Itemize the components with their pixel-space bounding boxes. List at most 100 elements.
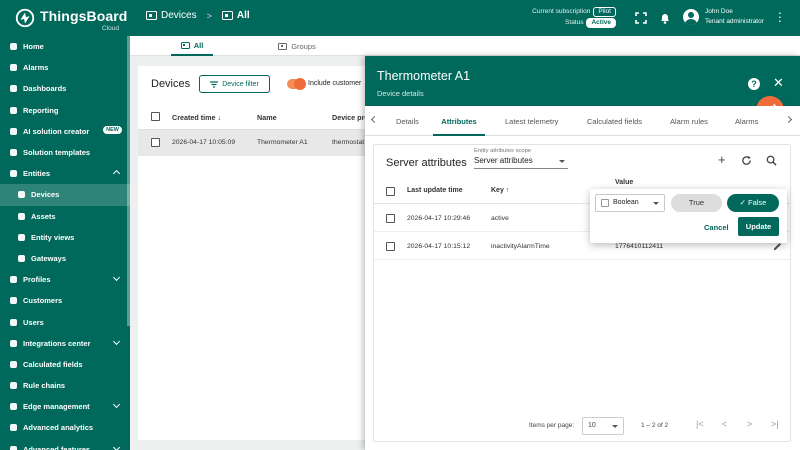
col-key[interactable]: Key ↑ xyxy=(491,187,509,194)
sidebar-item-edge-management[interactable]: Edge management xyxy=(0,396,130,417)
fullscreen-icon[interactable] xyxy=(634,11,648,25)
next-page-icon[interactable]: > xyxy=(747,419,752,429)
subscription-plan-badge[interactable]: Pilot xyxy=(593,6,616,17)
true-toggle-button[interactable]: True xyxy=(671,194,722,212)
sidebar-item-advanced-features[interactable]: Advanced features xyxy=(0,439,130,450)
breadcrumb: Devices > All xyxy=(146,10,250,21)
col-created-time-label: Created time xyxy=(172,113,216,122)
drawer-title: Thermometer A1 xyxy=(377,69,471,83)
tab-latest-telemetry[interactable]: Latest telemetry xyxy=(505,106,558,136)
sidebar-item-label: Solution templates xyxy=(23,148,91,158)
tab-all[interactable]: All xyxy=(171,36,213,56)
tabs-scroll-right-icon[interactable] xyxy=(784,115,793,124)
row-last-update-time: 2026-04-17 10:29:46 xyxy=(407,215,471,222)
value-type-select[interactable]: Boolean xyxy=(595,194,665,212)
chevron-down-icon[interactable] xyxy=(112,443,121,450)
sidebar-item-label: Rule chains xyxy=(23,381,66,391)
table-row[interactable]: 2026-04-17 10:05:09 Thermometer A1 therm… xyxy=(138,130,378,156)
sidebar-item-label: Gateways xyxy=(31,253,67,263)
chevron-down-icon[interactable] xyxy=(112,274,121,282)
row-value: 1776410112411 xyxy=(615,243,664,250)
users-icon xyxy=(9,318,18,327)
scope-value: Server attributes xyxy=(474,156,568,169)
thingsboard-logo[interactable]: ThingsBoard Cloud xyxy=(14,6,127,32)
sidebar-item-label: Dashboards xyxy=(23,84,67,94)
tab-alarm-rules[interactable]: Alarm rules xyxy=(670,106,708,136)
tab-details[interactable]: Details xyxy=(396,106,419,136)
help-icon[interactable]: ? xyxy=(748,78,760,90)
sidebar-item-dashboards[interactable]: Dashboards xyxy=(0,78,130,99)
sidebar-item-devices[interactable]: Devices xyxy=(0,184,130,206)
new-badge: NEW xyxy=(103,125,122,134)
chevron-down-icon[interactable] xyxy=(112,401,121,409)
sidebar-item-entity-views[interactable]: Entity views xyxy=(0,227,130,248)
sidebar-item-profiles[interactable]: Profiles xyxy=(0,269,130,290)
sidebar-item-calculated-fields[interactable]: Calculated fields xyxy=(0,354,130,375)
add-icon[interactable]: + xyxy=(718,153,726,166)
sidebar-item-advanced-analytics[interactable]: Advanced analytics xyxy=(0,417,130,438)
logo-sub: Cloud xyxy=(102,25,119,32)
close-icon[interactable]: ✕ xyxy=(773,76,784,90)
row-checkbox[interactable] xyxy=(386,242,395,251)
tab-alarms[interactable]: Alarms xyxy=(735,106,758,136)
tab-attributes[interactable]: Attributes xyxy=(433,106,485,136)
sidebar-item-users[interactable]: Users xyxy=(0,311,130,332)
devices-table-header: Created time ↓ Name Device pro xyxy=(138,104,378,130)
sidebar-item-assets[interactable]: Assets xyxy=(0,206,130,227)
sidebar-item-label: Edge management xyxy=(23,402,90,412)
col-created-time[interactable]: Created time ↓ xyxy=(172,113,221,122)
account-avatar-icon xyxy=(683,9,699,25)
boolean-type-icon xyxy=(601,199,609,207)
sidebar-item-entities[interactable]: Entities xyxy=(0,163,130,184)
false-label: False xyxy=(748,198,767,207)
true-label: True xyxy=(688,198,705,207)
select-all-checkbox[interactable] xyxy=(151,112,160,121)
sidebar-item-solution-templates[interactable]: Solution templates xyxy=(0,142,130,163)
include-customer-toggle[interactable] xyxy=(287,78,306,90)
sidebar-item-reporting[interactable]: Reporting xyxy=(0,100,130,121)
status-label: Status xyxy=(565,19,584,26)
refresh-icon[interactable] xyxy=(741,155,752,166)
notifications-bell-icon[interactable] xyxy=(658,11,672,25)
sidebar-item-home[interactable]: Home xyxy=(0,36,130,57)
more-vert-icon[interactable]: ⋮ xyxy=(774,11,786,23)
row-checkbox[interactable] xyxy=(386,214,395,223)
tab-groups[interactable]: Groups xyxy=(267,36,327,56)
sidebar-item-customers[interactable]: Customers xyxy=(0,290,130,311)
sidebar-item-integrations-center[interactable]: Integrations center xyxy=(0,333,130,354)
last-page-icon[interactable]: >| xyxy=(771,419,779,429)
chevron-down-icon[interactable] xyxy=(112,337,121,345)
attribute-scope-select[interactable]: Entity attributes scope Server attribute… xyxy=(474,148,568,169)
device-filter-button[interactable]: Device filter xyxy=(199,75,270,93)
analytics-icon xyxy=(9,423,18,432)
sidebar-item-label: Customers xyxy=(23,296,63,306)
tabs-scroll-left-icon[interactable] xyxy=(370,115,379,124)
row-created-time: 2026-04-17 10:05:09 xyxy=(172,139,236,146)
sidebar-item-alarms[interactable]: Alarms xyxy=(0,57,130,78)
sidebar-item-rule-chains[interactable]: Rule chains xyxy=(0,375,130,396)
select-all-checkbox[interactable] xyxy=(386,187,395,196)
col-device-profile[interactable]: Device pro xyxy=(332,113,369,122)
first-page-icon[interactable]: |< xyxy=(696,419,704,429)
items-per-page-select[interactable]: 10 xyxy=(582,417,624,435)
update-button[interactable]: Update xyxy=(738,217,779,236)
top-app-bar: ThingsBoard Cloud Devices > All Current … xyxy=(0,0,800,36)
tab-calculated-fields[interactable]: Calculated fields xyxy=(587,106,642,136)
search-icon[interactable] xyxy=(766,155,777,166)
sidebar-item-ai-solution-creator[interactable]: AI solution creator NEW xyxy=(0,121,130,142)
sidebar-item-gateways[interactable]: Gateways xyxy=(0,248,130,269)
user-menu[interactable]: John Doe Tenant administrator ⋮ xyxy=(683,7,786,27)
entity-views-icon xyxy=(17,233,26,242)
col-last-update-time[interactable]: Last update time xyxy=(407,187,463,194)
chevron-up-icon[interactable] xyxy=(112,170,121,178)
profiles-icon xyxy=(9,275,18,284)
cancel-button[interactable]: Cancel xyxy=(704,223,729,232)
device-filter-label: Device filter xyxy=(222,80,259,88)
sidebar-item-label: Entity views xyxy=(31,232,75,242)
col-name[interactable]: Name xyxy=(257,113,277,122)
breadcrumb-devices[interactable]: Devices xyxy=(146,10,197,21)
col-value[interactable]: Value xyxy=(615,179,633,186)
row-checkbox[interactable] xyxy=(151,138,160,147)
false-toggle-button[interactable]: ✓ False xyxy=(727,194,779,212)
previous-page-icon[interactable]: < xyxy=(722,419,727,429)
